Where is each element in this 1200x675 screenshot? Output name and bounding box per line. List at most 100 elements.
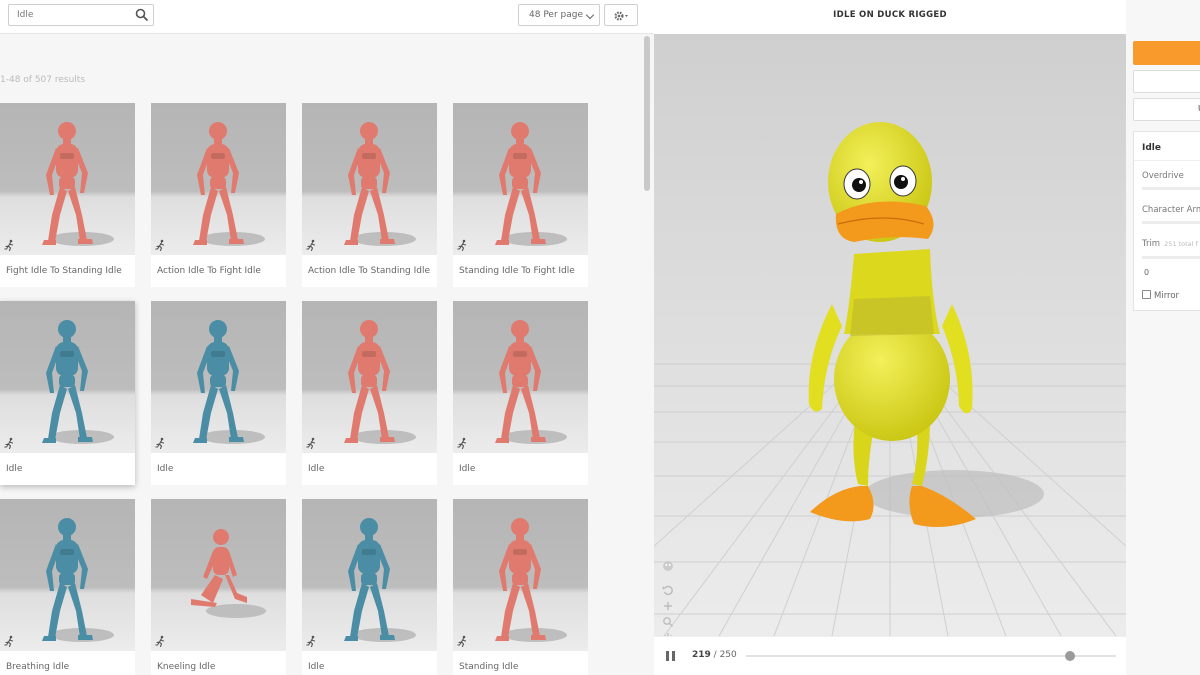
animation-card-title: Idle xyxy=(308,662,325,672)
animation-thumbnail xyxy=(302,103,437,255)
running-man-icon xyxy=(306,635,316,647)
per-page-value: 48 Per page xyxy=(529,10,583,20)
overdrive-label: Overdrive xyxy=(1142,171,1184,181)
character-arm-slider[interactable] xyxy=(1142,221,1200,224)
mannequin-figure xyxy=(193,320,265,444)
animation-card-title: Breathing Idle xyxy=(6,662,70,672)
duck-scene xyxy=(654,34,1126,636)
timeline-handle[interactable] xyxy=(1065,651,1076,661)
trim-value: 0 xyxy=(1144,268,1150,277)
mannequin-figure xyxy=(42,122,114,246)
mannequin-figure xyxy=(42,320,114,444)
animation-card[interactable]: Idle xyxy=(0,301,135,485)
animation-card-title: Idle xyxy=(308,464,325,474)
running-man-icon xyxy=(155,239,165,251)
viewer-toolbar xyxy=(662,560,676,636)
search-icon[interactable] xyxy=(135,8,149,22)
animation-card-title: Standing Idle xyxy=(459,662,519,672)
timeline-slider[interactable] xyxy=(746,651,1116,661)
playback-bar: 219 / 250 xyxy=(654,636,1126,675)
mannequin-figure xyxy=(495,518,567,642)
results-count: 1-48 of 507 results xyxy=(0,75,86,85)
mirror-label: Mirror xyxy=(1154,291,1180,301)
animation-card-title: Idle xyxy=(157,464,174,474)
animation-card[interactable]: Idle xyxy=(151,301,286,485)
running-man-icon xyxy=(306,437,316,449)
mannequin-figure xyxy=(191,529,266,618)
animation-thumbnail xyxy=(453,103,588,255)
animation-thumbnail xyxy=(151,499,286,651)
running-man-icon xyxy=(155,635,165,647)
secondary-button[interactable] xyxy=(1133,70,1200,93)
chevron-down-icon xyxy=(585,10,595,20)
search-toolbar: 48 Per page xyxy=(0,0,654,34)
mannequin-figure xyxy=(344,320,416,444)
animation-card[interactable]: Breathing Idle xyxy=(0,499,135,675)
animation-card-title: Kneeling Idle xyxy=(157,662,216,672)
animation-card[interactable]: Idle xyxy=(302,301,437,485)
trim-slider[interactable] xyxy=(1142,256,1200,259)
pause-icon xyxy=(672,651,675,661)
pause-button[interactable] xyxy=(666,651,676,661)
search-input[interactable] xyxy=(9,5,129,25)
animation-thumbnail xyxy=(151,103,286,255)
animation-settings: Idle Overdrive Character Arm Trim 251 tot… xyxy=(1133,131,1200,311)
running-man-icon xyxy=(155,437,165,449)
results-panel: 48 Per page 1-48 of 507 results xyxy=(0,0,654,675)
animation-card-title: Idle xyxy=(6,464,23,474)
viewer-stage[interactable] xyxy=(654,34,1126,636)
mirror-toggle[interactable]: Mirror xyxy=(1142,290,1179,301)
animation-card-title: Fight Idle To Standing Idle xyxy=(6,266,122,276)
plus-icon[interactable] xyxy=(662,600,674,612)
trim-label: Trim xyxy=(1142,239,1161,249)
animation-thumbnail xyxy=(0,301,135,453)
running-man-icon xyxy=(4,437,14,449)
settings-button[interactable] xyxy=(604,4,638,26)
animation-thumbnail xyxy=(151,301,286,453)
animation-card-title: Standing Idle To Fight Idle xyxy=(459,266,575,276)
settings-title: Idle xyxy=(1142,143,1161,153)
animation-card-title: Idle xyxy=(459,464,476,474)
app-window: 48 Per page 1-48 of 507 results xyxy=(0,0,1200,675)
running-man-icon xyxy=(457,239,467,251)
mannequin-figure xyxy=(495,320,567,444)
animation-card[interactable]: Standing Idle xyxy=(453,499,588,675)
settings-panel: U Idle Overdrive Character Arm Trim251 t… xyxy=(1126,0,1200,675)
character-arm-label: Character Arm xyxy=(1142,205,1200,215)
upload-button[interactable]: U xyxy=(1133,98,1200,121)
animation-card[interactable]: Action Idle To Standing Idle xyxy=(302,103,437,287)
animation-card-title: Action Idle To Standing Idle xyxy=(308,266,431,276)
zoom-icon[interactable] xyxy=(662,616,674,628)
mannequin-figure xyxy=(193,122,265,246)
search-box xyxy=(8,4,154,26)
running-man-icon xyxy=(4,239,14,251)
mannequin-figure xyxy=(344,518,416,642)
frame-total: / 250 xyxy=(713,650,737,660)
face-icon[interactable] xyxy=(662,560,674,572)
pause-icon xyxy=(666,651,669,661)
animation-card-title: Action Idle To Fight Idle xyxy=(157,266,261,276)
running-man-icon xyxy=(457,635,467,647)
viewer-panel: IDLE ON DUCK RIGGED 219 / 250 xyxy=(654,0,1126,675)
frame-counter: 219 / 250 xyxy=(692,650,737,660)
animation-thumbnail xyxy=(0,103,135,255)
trim-label-row: Trim 251 total f xyxy=(1142,239,1198,249)
mannequin-figure xyxy=(344,122,416,246)
animation-thumbnail xyxy=(453,301,588,453)
overdrive-slider[interactable] xyxy=(1142,187,1200,190)
animation-card[interactable]: Idle xyxy=(453,301,588,485)
divider xyxy=(1134,160,1200,161)
mannequin-figure xyxy=(495,122,567,246)
mirror-checkbox[interactable] xyxy=(1142,290,1151,299)
undo-icon[interactable] xyxy=(662,584,674,596)
animation-card[interactable]: Idle xyxy=(302,499,437,675)
mannequin-figure xyxy=(42,518,114,642)
running-man-icon xyxy=(4,635,14,647)
animation-card[interactable]: Action Idle To Fight Idle xyxy=(151,103,286,287)
download-button[interactable] xyxy=(1133,41,1200,65)
animation-card[interactable]: Fight Idle To Standing Idle xyxy=(0,103,135,287)
animation-card[interactable]: Kneeling Idle xyxy=(151,499,286,675)
per-page-select[interactable]: 48 Per page xyxy=(518,4,600,26)
animation-card[interactable]: Standing Idle To Fight Idle xyxy=(453,103,588,287)
scrollbar[interactable] xyxy=(644,36,650,191)
